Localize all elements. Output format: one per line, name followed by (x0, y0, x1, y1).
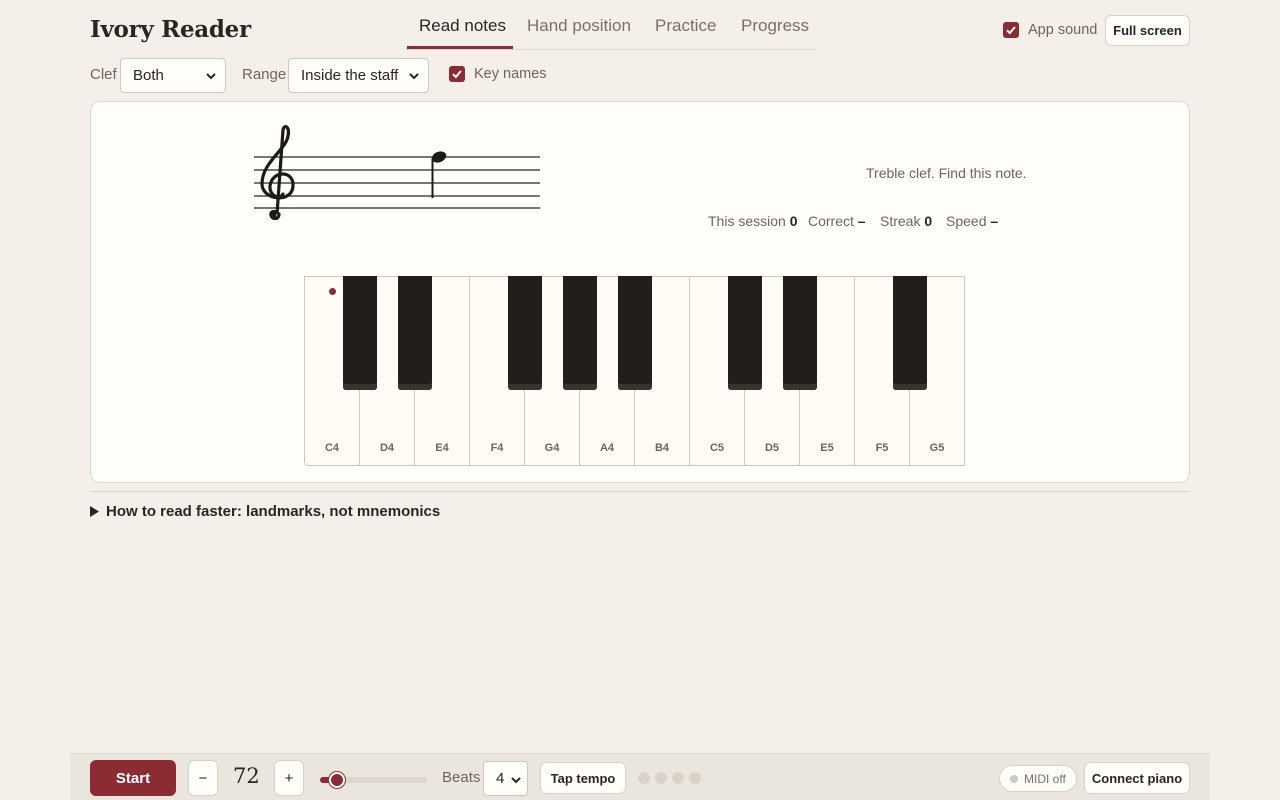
piano-key-label: D5 (764, 442, 780, 454)
current-note-marker (329, 288, 336, 295)
app-sound-checkbox[interactable] (1003, 22, 1019, 38)
midi-status-dot (1010, 774, 1018, 783)
piano-key-label: B4 (654, 442, 670, 454)
tab-read-notes[interactable]: Read notes (419, 16, 506, 36)
tempo-decrement-button[interactable]: − (188, 760, 218, 796)
piano-black-key-d5-sharp[interactable] (783, 276, 817, 390)
clef-select-value: Both (133, 67, 164, 84)
beat-dot (638, 772, 650, 784)
piano-key-label: A4 (599, 442, 615, 454)
fullscreen-button[interactable]: Full screen (1105, 15, 1190, 46)
stat-correct: Correct – (808, 213, 866, 229)
midi-status-label: MIDI off (1024, 771, 1066, 786)
piano-black-key-a4-sharp[interactable] (618, 276, 652, 390)
piano-key-label: C4 (324, 442, 340, 454)
tempo-increment-button[interactable]: + (274, 760, 304, 796)
piano-key-label: G5 (929, 442, 945, 454)
tips-summary: How to read faster: landmarks, not mnemo… (106, 503, 441, 520)
app-sound-toggle[interactable]: App sound (1003, 22, 1097, 38)
beat-dot (689, 772, 701, 784)
stat-streak: Streak 0 (880, 213, 933, 229)
piano-black-key-g4-sharp[interactable] (563, 276, 597, 390)
piano-black-key-f4-sharp[interactable] (508, 276, 542, 390)
treble-clef-icon (260, 125, 295, 220)
beats-label: Beats (442, 769, 481, 786)
piano-key-label: D4 (379, 442, 395, 454)
chevron-down-icon (206, 73, 216, 80)
chevron-down-icon (409, 73, 419, 80)
clef-label: Clef (90, 66, 117, 83)
staff (254, 125, 540, 220)
piano-black-key-d4-sharp[interactable] (398, 276, 432, 390)
beats-select-value: 4 (496, 770, 505, 787)
piano-key-label: E4 (435, 442, 449, 454)
active-tab-indicator (407, 46, 513, 49)
section-divider (90, 491, 1190, 492)
piano-key-label: E5 (820, 442, 834, 454)
key-names-checkbox[interactable] (449, 66, 465, 82)
stat-speed: Speed – (946, 213, 999, 229)
app-title: Ivory Reader (90, 16, 251, 43)
tempo-value: 72 (233, 764, 260, 788)
key-names-label: Key names (474, 66, 547, 82)
piano-keyboard: C4 D4 E4 F4 G4 A4 B4 C5 D5 E5 F5 G5 (304, 276, 965, 466)
tempo-slider[interactable] (320, 772, 427, 788)
clef-select[interactable]: Both (120, 58, 226, 93)
disclosure-triangle-icon (90, 506, 99, 517)
piano-black-key-f5-sharp[interactable] (893, 276, 927, 390)
beat-indicator (638, 772, 701, 784)
piano-key-label: F5 (875, 442, 889, 454)
checkmark-icon (1006, 26, 1016, 35)
checkmark-icon (452, 70, 462, 79)
piano-key-label: G4 (544, 442, 560, 454)
tips-disclosure[interactable]: How to read faster: landmarks, not mnemo… (90, 503, 440, 520)
key-names-toggle[interactable]: Key names (449, 66, 547, 82)
beat-dot (672, 772, 684, 784)
quarter-note-icon (431, 151, 447, 198)
app-sound-label: App sound (1028, 22, 1098, 38)
chevron-down-icon (511, 777, 521, 784)
tab-hand-position[interactable]: Hand position (527, 16, 631, 36)
main-tabs: Read notes Hand position Practice Progre… (406, 0, 816, 50)
tab-practice[interactable]: Practice (655, 16, 716, 36)
range-select[interactable]: Inside the staff (288, 58, 429, 93)
start-button[interactable]: Start (90, 760, 176, 796)
range-select-value: Inside the staff (301, 67, 399, 84)
piano-black-key-c5-sharp[interactable] (728, 276, 762, 390)
stat-this-session: This session 0 (708, 213, 798, 229)
beat-dot (655, 772, 667, 784)
exercise-prompt: Treble clef. Find this note. (866, 165, 1027, 181)
connect-piano-button[interactable]: Connect piano (1084, 762, 1190, 794)
midi-status-badge: MIDI off (999, 765, 1077, 792)
range-label: Range (242, 66, 287, 83)
transport-bar: Start − 72 + Beats 4 Tap tempo MIDI off … (70, 753, 1210, 800)
piano-black-key-c4-sharp[interactable] (343, 276, 377, 390)
tempo-slider-thumb[interactable] (329, 772, 346, 788)
piano-key-label: C5 (709, 442, 725, 454)
piano-key-label: F4 (490, 442, 504, 454)
tab-progress[interactable]: Progress (741, 16, 809, 36)
tap-tempo-button[interactable]: Tap tempo (540, 762, 626, 794)
beats-select[interactable]: 4 (483, 761, 528, 796)
